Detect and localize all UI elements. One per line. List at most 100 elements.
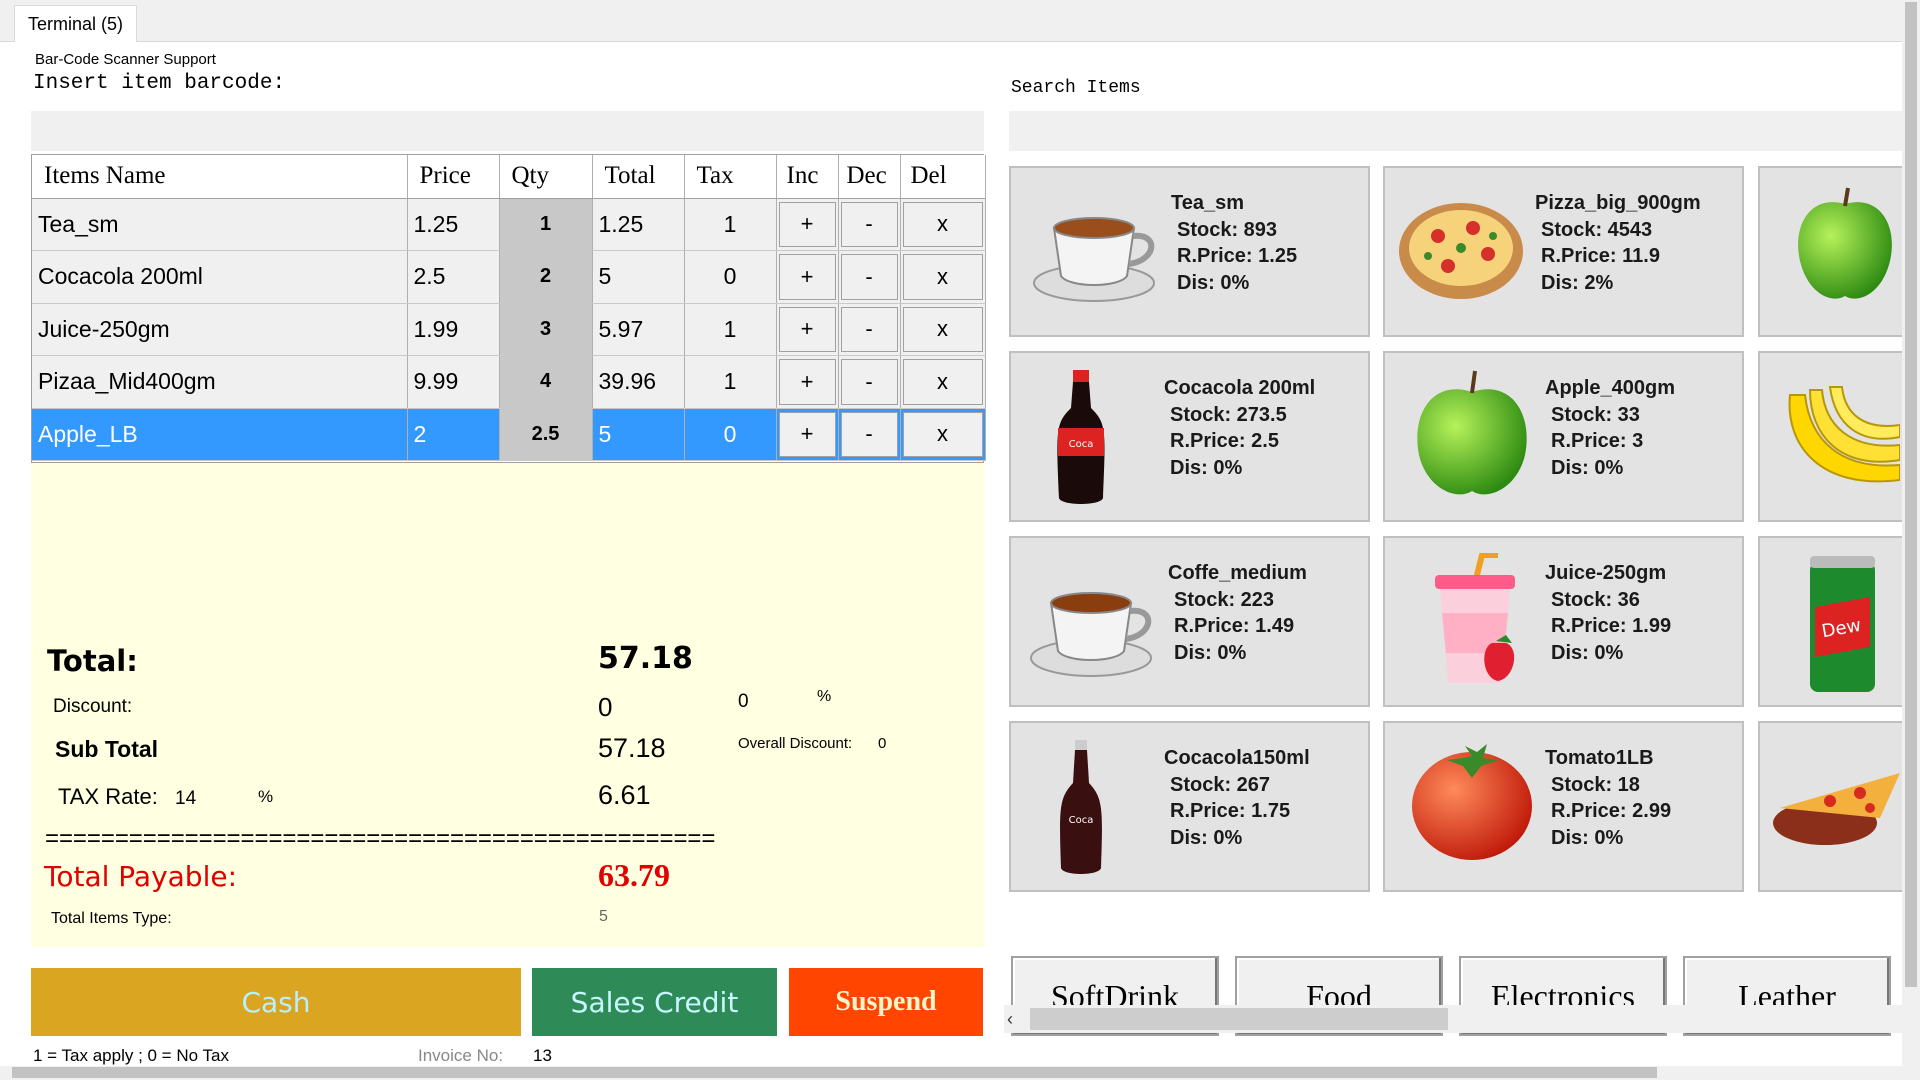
cell-inc: + [776, 303, 839, 356]
product-card-partial-pizza[interactable] [1758, 721, 1908, 892]
cell-dec: - [838, 198, 901, 251]
increment-button[interactable]: + [778, 359, 836, 405]
vertical-scrollbar[interactable] [1902, 0, 1920, 1066]
horizontal-scrollbar-thumb[interactable] [12, 1067, 1657, 1078]
category-scrollbar[interactable]: ‹ [1004, 1005, 1902, 1033]
product-card-partial-apple[interactable] [1758, 166, 1908, 337]
cart-row[interactable]: Tea_sm 1.25 1 1.25 1 + - x [32, 198, 986, 251]
decrement-button[interactable]: - [840, 359, 898, 405]
col-header-price[interactable]: Price [407, 155, 500, 199]
cell-item-name[interactable]: Juice-250gm [32, 303, 408, 356]
product-card[interactable]: Coffe_medium Stock: 223 R.Price: 1.49 Dis: … [1009, 536, 1370, 707]
product-card[interactable]: Pizza_big_900gm Stock: 4543 R.Price: 11.9 D… [1383, 166, 1744, 337]
invoice-label: Invoice No: [418, 1046, 504, 1065]
cell-qty[interactable]: 4 [499, 355, 593, 409]
barcode-prompt: Insert item barcode: [33, 72, 286, 95]
product-card[interactable]: Apple_400gm Stock: 33 R.Price: 3 Dis: 0% [1383, 351, 1744, 522]
suspend-button[interactable]: Suspend [789, 968, 983, 1036]
cell-total[interactable]: 39.96 [592, 355, 685, 409]
svg-text:Coca: Coca [1069, 815, 1094, 826]
cell-price[interactable]: 2 [407, 408, 500, 461]
col-header-inc[interactable]: Inc [776, 155, 839, 199]
delete-button[interactable]: x [902, 411, 983, 457]
cell-del: x [900, 355, 986, 409]
cash-button[interactable]: Cash [31, 968, 521, 1036]
cell-total[interactable]: 5 [592, 250, 685, 304]
tax-rate-percent-sign: % [258, 787, 274, 806]
product-card-partial-can[interactable]: Dew [1758, 536, 1908, 707]
increment-button[interactable]: + [778, 411, 836, 457]
cell-qty[interactable]: 3 [499, 303, 593, 356]
cell-qty[interactable]: 1 [499, 198, 593, 251]
col-header-tax[interactable]: Tax [684, 155, 777, 199]
cell-item-name[interactable]: Pizaa_Mid400gm [32, 355, 408, 409]
col-header-del[interactable]: Del [900, 155, 986, 199]
product-name: Tomato1LB [1545, 747, 1654, 769]
cell-price[interactable]: 1.99 [407, 303, 500, 356]
cell-item-name[interactable]: Tea_sm [32, 198, 408, 251]
cell-tax[interactable]: 0 [684, 250, 777, 304]
product-card[interactable]: Tea_sm Stock: 893 R.Price: 1.25 Dis: 0% [1009, 166, 1370, 337]
cart-row[interactable]: Pizaa_Mid400gm 9.99 4 39.96 1 + - x [32, 355, 986, 409]
scroll-left-arrow-icon[interactable]: ‹ [1007, 1009, 1013, 1030]
cell-tax[interactable]: 1 [684, 303, 777, 356]
product-stock: Stock: 267 [1170, 773, 1271, 796]
teacup-icon [1029, 198, 1169, 313]
delete-button[interactable]: x [902, 306, 983, 352]
horizontal-scrollbar[interactable] [0, 1066, 1920, 1080]
pizza-icon [1393, 196, 1533, 311]
barcode-input[interactable] [31, 111, 984, 151]
delete-button[interactable]: x [902, 254, 983, 300]
cell-price[interactable]: 9.99 [407, 355, 500, 409]
scrollbar-thumb[interactable] [1030, 1008, 1448, 1030]
discount-percent-input[interactable]: 0 [738, 691, 749, 713]
cell-total[interactable]: 5 [592, 408, 685, 461]
cell-item-name[interactable]: Apple_LB [32, 408, 408, 461]
cell-tax[interactable]: 0 [684, 408, 777, 461]
increment-button[interactable]: + [778, 306, 836, 352]
decrement-button[interactable]: - [840, 201, 898, 247]
increment-button[interactable]: + [778, 201, 836, 247]
decrement-button[interactable]: - [840, 306, 898, 352]
col-header-qty[interactable]: Qty [499, 155, 593, 199]
cell-del: x [900, 250, 986, 304]
cell-item-name[interactable]: Cocacola 200ml [32, 250, 408, 304]
product-stock: Stock: 36 [1551, 588, 1640, 611]
cell-price[interactable]: 1.25 [407, 198, 500, 251]
col-header-items-name[interactable]: Items Name [32, 155, 408, 199]
cart-row[interactable]: Cocacola 200ml 2.5 2 5 0 + - x [32, 250, 986, 304]
cell-total[interactable]: 1.25 [592, 198, 685, 251]
cart-grid: Items Name Price Qty Total Tax Inc Dec D… [31, 154, 986, 463]
subtotal-value: 57.18 [598, 733, 666, 763]
cell-tax[interactable]: 1 [684, 355, 777, 409]
increment-button[interactable]: + [778, 254, 836, 300]
tab-strip: Terminal (5) [0, 0, 1920, 43]
delete-button[interactable]: x [902, 359, 983, 405]
col-header-total[interactable]: Total [592, 155, 685, 199]
cell-total[interactable]: 5.97 [592, 303, 685, 356]
cart-row[interactable]: Juice-250gm 1.99 3 5.97 1 + - x [32, 303, 986, 356]
decrement-button[interactable]: - [840, 254, 898, 300]
vertical-scrollbar-thumb[interactable] [1905, 2, 1917, 987]
tax-rate-input[interactable]: 14 [175, 788, 196, 810]
product-card-partial-banana[interactable] [1758, 351, 1908, 522]
cell-tax[interactable]: 1 [684, 198, 777, 251]
delete-button[interactable]: x [902, 201, 983, 247]
product-card[interactable]: Coca Cocacola150ml Stock: 267 R.Price: 1.75… [1009, 721, 1370, 892]
product-card[interactable]: Juice-250gm Stock: 36 R.Price: 1.99 Dis: 0% [1383, 536, 1744, 707]
cart-row[interactable]: Apple_LB 2 2.5 5 0 + - x [32, 408, 986, 461]
tab-terminal[interactable]: Terminal (5) [14, 5, 137, 43]
cell-dec: - [838, 355, 901, 409]
product-card[interactable]: Coca Cocacola 200ml Stock: 273.5 R.Price: 2… [1009, 351, 1370, 522]
product-stock: Stock: 273.5 [1170, 403, 1287, 426]
juice-cup-icon [1420, 552, 1530, 698]
col-header-dec[interactable]: Dec [838, 155, 901, 199]
sales-credit-button[interactable]: Sales Credit [532, 968, 777, 1036]
product-info: Cocacola150ml Stock: 267 R.Price: 1.75 Dis:… [1164, 745, 1310, 851]
cell-qty[interactable]: 2.5 [499, 408, 593, 461]
decrement-button[interactable]: - [840, 411, 898, 457]
product-card[interactable]: Tomato1LB Stock: 18 R.Price: 2.99 Dis: 0% [1383, 721, 1744, 892]
search-input[interactable] [1009, 111, 1902, 151]
cell-price[interactable]: 2.5 [407, 250, 500, 304]
cell-qty[interactable]: 2 [499, 250, 593, 304]
